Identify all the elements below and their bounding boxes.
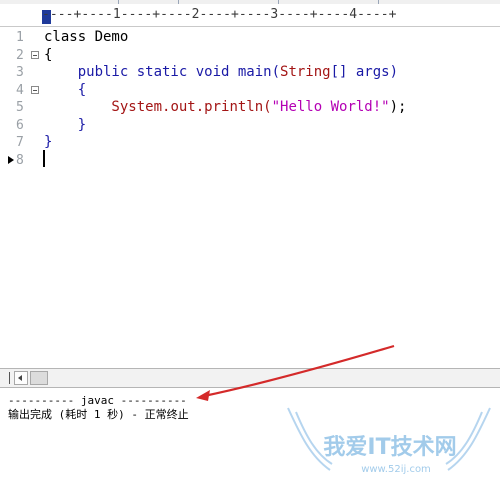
watermark-logo: 我爱IT技术网 www.52ij.com: [287, 407, 491, 475]
svg-text:www.52ij.com: www.52ij.com: [361, 464, 431, 475]
svg-text:我爱IT技术网: 我爱IT技术网: [323, 435, 456, 460]
